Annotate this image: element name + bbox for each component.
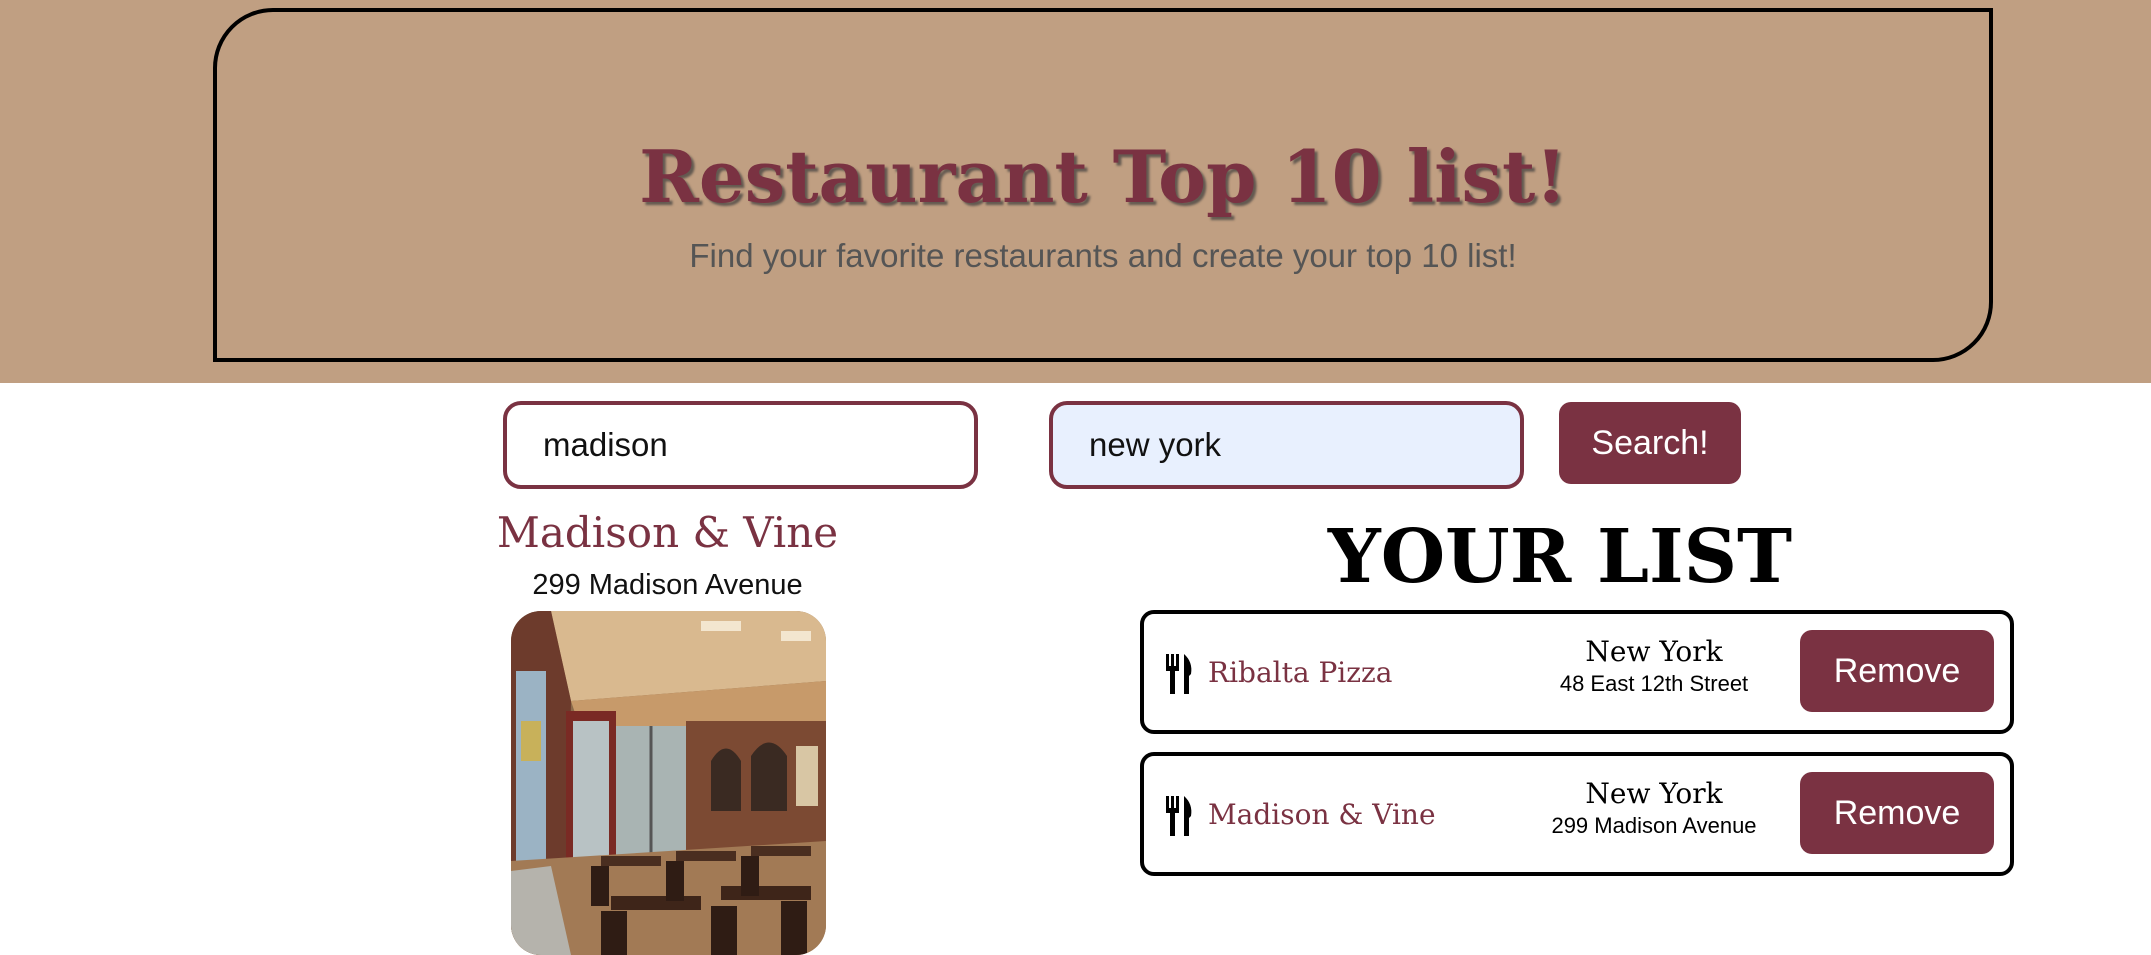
search-term-input[interactable]: [503, 401, 978, 489]
remove-button[interactable]: Remove: [1800, 772, 1994, 854]
list-item-name: Ribalta Pizza: [1208, 656, 1393, 689]
hero-frame: Restaurant Top 10 list! Find your favori…: [213, 8, 1993, 362]
search-button[interactable]: Search!: [1559, 402, 1741, 484]
list-item-name: Madison & Vine: [1208, 798, 1436, 831]
fork-knife-icon: [1166, 654, 1192, 694]
fork-knife-icon: [1166, 796, 1192, 836]
search-location-input[interactable]: [1049, 401, 1524, 489]
page-subtitle: Find your favorite restaurants and creat…: [689, 237, 1517, 274]
page-title: Restaurant Top 10 list!: [639, 134, 1567, 219]
restaurant-photo[interactable]: [511, 611, 826, 955]
list-item-city: New York: [1585, 777, 1723, 810]
remove-button[interactable]: Remove: [1800, 630, 1994, 712]
list-item-location: New York 299 Madison Avenue: [1504, 776, 1804, 840]
list-item: Ribalta Pizza New York 48 East 12th Stre…: [1140, 610, 2014, 734]
result-address: 299 Madison Avenue: [532, 569, 803, 601]
list-item-location: New York 48 East 12th Street: [1504, 634, 1804, 698]
hero-banner: Restaurant Top 10 list! Find your favori…: [0, 0, 2151, 383]
list-item-city: New York: [1585, 635, 1723, 668]
your-list-title: YOUR LIST: [1327, 514, 1793, 600]
list-item: Madison & Vine New York 299 Madison Aven…: [1140, 752, 2014, 876]
list-item-address: 299 Madison Avenue: [1551, 813, 1757, 838]
list-item-address: 48 East 12th Street: [1559, 671, 1749, 696]
result-name: Madison & Vine: [496, 508, 839, 557]
search-result-card[interactable]: Madison & Vine 299 Madison Avenue: [495, 505, 840, 955]
